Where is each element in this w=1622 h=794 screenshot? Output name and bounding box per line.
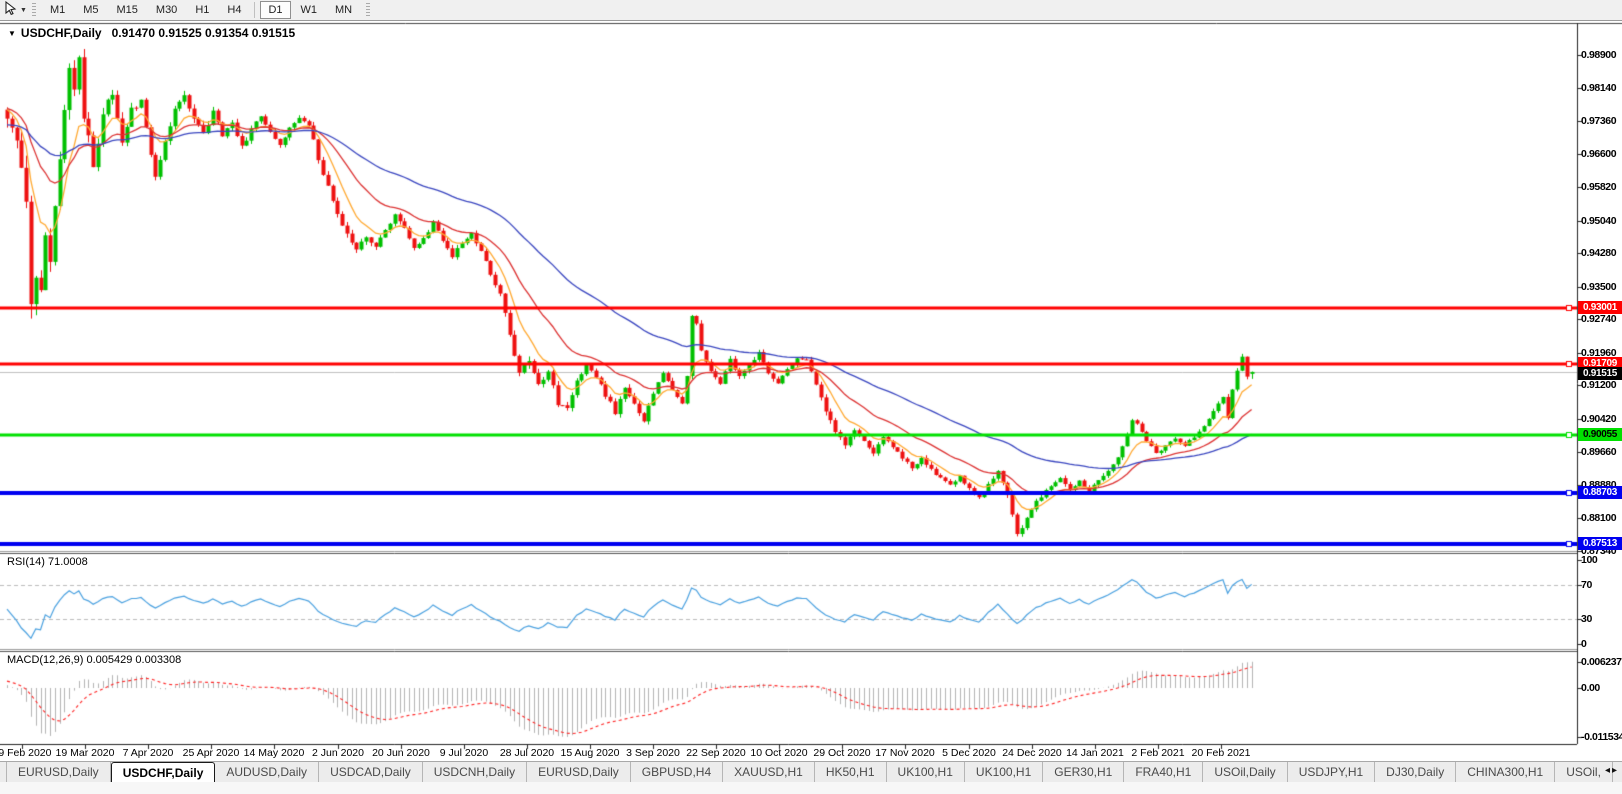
chart-tab-xauusdh1[interactable]: XAUUSD,H1 bbox=[723, 762, 815, 782]
macd-axis-label: 0.00 bbox=[1581, 682, 1600, 694]
chart-tab-usdcaddaily[interactable]: USDCAD,Daily bbox=[319, 762, 423, 782]
price-axis-label: 0.89660 bbox=[1581, 446, 1617, 458]
tab-scroll-left-icon[interactable]: ◂ bbox=[1605, 765, 1612, 776]
chart-tab-usoildaily[interactable]: USOil,Daily bbox=[1203, 762, 1288, 782]
chart-tab-dj30daily[interactable]: DJ30,Daily bbox=[1375, 762, 1457, 782]
macd-axis-label: -0.011534 bbox=[1581, 731, 1622, 743]
tab-scroll-arrows[interactable]: ◂▸ bbox=[1605, 765, 1619, 776]
timeframe-button-m15[interactable]: M15 bbox=[109, 1, 146, 19]
date-axis-label: 29 Oct 2020 bbox=[813, 747, 871, 759]
date-axis-label: 2 Feb 2021 bbox=[1131, 747, 1185, 759]
toolbar: ▼ M1 M5 M15 M30 H1 H4 D1 W1 MN bbox=[0, 0, 1622, 21]
date-axis-label: 20 Feb 2021 bbox=[1191, 747, 1251, 759]
chart-title-symbol: USDCHF,Daily bbox=[20, 26, 102, 40]
collapse-triangle-icon[interactable]: ▼ bbox=[8, 29, 16, 38]
rsi-axis-label: 30 bbox=[1581, 613, 1592, 625]
timeframe-button-w1[interactable]: W1 bbox=[293, 1, 326, 19]
rsi-axis-label: 0 bbox=[1581, 638, 1587, 650]
rsi-axis-label: 70 bbox=[1581, 579, 1592, 591]
chart-tab-uk100h1[interactable]: UK100,H1 bbox=[965, 762, 1044, 782]
price-axis-label: 0.98140 bbox=[1581, 82, 1617, 94]
chart-tab-eurusddaily[interactable]: EURUSD,Daily bbox=[527, 762, 631, 782]
date-axis-label: 25 Apr 2020 bbox=[182, 747, 240, 759]
cursor-tool-button[interactable]: ▼ bbox=[4, 0, 27, 20]
price-axis-label: 0.91200 bbox=[1581, 379, 1617, 391]
chart-tab-gbpusdh4[interactable]: GBPUSD,H4 bbox=[631, 762, 724, 782]
date-axis-label: 15 Aug 2020 bbox=[560, 747, 620, 759]
chart-tab-fra40h1[interactable]: FRA40,H1 bbox=[1124, 762, 1204, 782]
chart-tab-usdcnhdaily[interactable]: USDCNH,Daily bbox=[423, 762, 528, 782]
timeframe-button-d1[interactable]: D1 bbox=[260, 1, 291, 19]
price-axis-label: 0.95820 bbox=[1581, 181, 1617, 193]
chart-tab-uk100h1[interactable]: UK100,H1 bbox=[887, 762, 965, 782]
price-axis-label: 0.88100 bbox=[1581, 512, 1617, 524]
macd-axis-label: 0.006237 bbox=[1581, 656, 1622, 668]
mt4-terminal: { "toolbar": { "dropdown_glyph": "▼", "t… bbox=[0, 0, 1622, 794]
chart-tab-bar: EURUSD,Daily USDCHF,Daily AUDUSD,Daily USDC… bbox=[0, 761, 1622, 782]
tab-scroll-right-icon[interactable]: ▸ bbox=[1612, 765, 1619, 776]
date-axis-label: 7 Apr 2020 bbox=[122, 747, 174, 759]
price-axis-label: 0.94280 bbox=[1581, 247, 1617, 259]
rsi-indicator-label: RSI(14) 71.0008 bbox=[7, 556, 88, 568]
price-axis-label: 0.90420 bbox=[1581, 413, 1617, 425]
price-axis-label: 0.98900 bbox=[1581, 49, 1617, 61]
timeframe-button-m5[interactable]: M5 bbox=[75, 1, 106, 19]
price-level-badge: 0.93001 bbox=[1578, 301, 1622, 314]
price-axis-label: 0.93500 bbox=[1581, 281, 1617, 293]
date-axis-label: 5 Dec 2020 bbox=[942, 747, 996, 759]
date-axis-label: 17 Nov 2020 bbox=[875, 747, 935, 759]
chart-tab-china300h1[interactable]: CHINA300,H1 bbox=[1456, 762, 1556, 782]
chart-tab-usdjpyh1[interactable]: USDJPY,H1 bbox=[1288, 762, 1376, 782]
toolbar-grip[interactable] bbox=[31, 3, 36, 17]
timeframe-button-mn[interactable]: MN bbox=[327, 1, 360, 19]
cursor-icon bbox=[4, 0, 17, 20]
current-price-badge: 0.91515 bbox=[1578, 367, 1622, 380]
timeframe-group: M1 M5 M15 M30 H1 H4 D1 W1 MN bbox=[41, 1, 361, 19]
chart-tab-eurusddaily[interactable]: EURUSD,Daily bbox=[6, 762, 111, 782]
dropdown-arrow-icon[interactable]: ▼ bbox=[20, 7, 27, 14]
price-axis-label: 0.96600 bbox=[1581, 148, 1617, 160]
chart-title-ohlc: 0.91470 0.91525 0.91354 0.91515 bbox=[111, 26, 296, 40]
timeframe-button-h4[interactable]: H4 bbox=[219, 1, 249, 19]
date-axis-label: 22 Sep 2020 bbox=[686, 747, 746, 759]
date-axis-label: 20 Jun 2020 bbox=[372, 747, 430, 759]
chart-tab-audusddaily[interactable]: AUDUSD,Daily bbox=[215, 762, 320, 782]
chart-tab-ger30h1[interactable]: GER30,H1 bbox=[1043, 762, 1125, 782]
price-axis-label: 0.97360 bbox=[1581, 115, 1617, 127]
chart-canvas[interactable] bbox=[0, 0, 1622, 794]
macd-indicator-label: MACD(12,26,9) 0.005429 0.003308 bbox=[7, 654, 182, 666]
chart-tab-hk50h1[interactable]: HK50,H1 bbox=[815, 762, 887, 782]
date-axis-label: 14 May 2020 bbox=[243, 747, 305, 759]
timeframe-button-m30[interactable]: M30 bbox=[148, 1, 185, 19]
price-axis-label: 0.92740 bbox=[1581, 313, 1617, 325]
date-axis-label: 19 Mar 2020 bbox=[55, 747, 115, 759]
date-axis-label: 9 Jul 2020 bbox=[439, 747, 489, 759]
timeframe-button-m1[interactable]: M1 bbox=[42, 1, 73, 19]
date-axis-label: 24 Dec 2020 bbox=[1002, 747, 1062, 759]
timeframe-button-h1[interactable]: H1 bbox=[187, 1, 217, 19]
price-level-badge: 0.87513 bbox=[1578, 537, 1622, 550]
price-level-badge: 0.90055 bbox=[1578, 428, 1622, 441]
chart-title: ▼ USDCHF,Daily 0.91470 0.91525 0.91354 0.9… bbox=[8, 26, 295, 40]
date-axis-label: 3 Sep 2020 bbox=[626, 747, 680, 759]
chart-tab-usdchfdaily[interactable]: USDCHF,Daily bbox=[110, 762, 216, 782]
price-axis-label: 0.95040 bbox=[1581, 215, 1617, 227]
toolbar-grip-2[interactable] bbox=[366, 3, 371, 17]
status-strip bbox=[0, 782, 1622, 794]
date-axis-label: 2 Jun 2020 bbox=[312, 747, 364, 759]
date-axis-label: 28 Jul 2020 bbox=[499, 747, 555, 759]
date-axis-label: 14 Jan 2021 bbox=[1066, 747, 1124, 759]
date-axis-label: 10 Oct 2020 bbox=[750, 747, 808, 759]
rsi-axis-label: 100 bbox=[1581, 554, 1598, 566]
price-level-badge: 0.88703 bbox=[1578, 486, 1622, 499]
